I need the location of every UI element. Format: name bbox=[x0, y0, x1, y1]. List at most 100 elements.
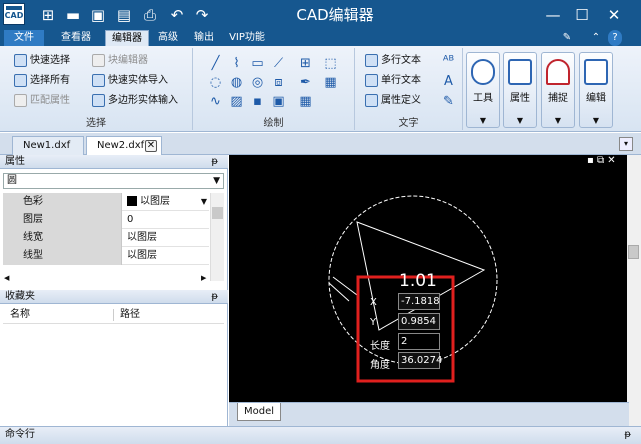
chevron-down-icon: ▼ bbox=[516, 116, 524, 125]
prop-row-lineweight[interactable]: 线宽 以图层 bbox=[3, 229, 209, 247]
app-logo: CAD bbox=[3, 3, 25, 25]
chevron-down-icon: ▼ bbox=[554, 116, 562, 125]
tab-advanced[interactable]: 高级 bbox=[154, 30, 182, 46]
draw-group: ╱ ⌇ ▭ ⟋ ⊞ ⬚ ◌ ◍ ◎ ⧈ ✒ ▦ ∿ ▨ ▪ ▣ ▦ 绘制 bbox=[193, 48, 355, 130]
tab-model[interactable]: Model bbox=[237, 403, 281, 421]
hatch-icon[interactable]: ⬚ bbox=[323, 56, 338, 71]
open-icon[interactable]: ▬ bbox=[63, 5, 83, 25]
tab-new2[interactable]: New2.dxf ✕ bbox=[86, 136, 162, 155]
select-all-button[interactable]: 选择所有 bbox=[14, 72, 70, 90]
tab-output[interactable]: 输出 bbox=[190, 30, 218, 46]
favorites-table-header: 名称 路径 bbox=[3, 306, 224, 324]
pattern-icon[interactable]: ▨ bbox=[229, 94, 244, 109]
drawing-canvas[interactable]: ▪ ⧉ ✕ 1.01 X -7.1818 Y 0.9854 长度 2 角度 36… bbox=[229, 155, 641, 402]
document-tabs: New1.dxf New2.dxf ✕ ▾ bbox=[0, 133, 641, 155]
save-as-icon[interactable]: ▤ bbox=[114, 5, 134, 25]
prop-row-layer[interactable]: 图层 0 bbox=[3, 211, 209, 229]
tab-list-icon[interactable]: ▾ bbox=[619, 137, 633, 151]
spline-icon[interactable]: ∿ bbox=[208, 94, 223, 109]
tab-new1[interactable]: New1.dxf bbox=[12, 136, 84, 155]
text-edit-icon[interactable]: ✎ bbox=[441, 94, 456, 109]
length-input[interactable]: 2 bbox=[398, 333, 440, 350]
snap-button[interactable]: 捕捉 ▼ bbox=[541, 52, 575, 128]
select-group: 快速选择 选择所有 匹配属性 块编辑器 快速实体导入 多边形实体输入 选择 bbox=[0, 48, 193, 130]
tools-button[interactable]: 工具 ▼ bbox=[466, 52, 500, 128]
prop-row-color[interactable]: 色彩 以图层 ▼ bbox=[3, 193, 209, 211]
pen-icon[interactable]: ✒ bbox=[298, 75, 313, 90]
dimension-label: 1.01 bbox=[399, 271, 437, 291]
print-icon[interactable]: ⎙ bbox=[140, 5, 160, 25]
canvas-scrollbar[interactable] bbox=[627, 155, 641, 426]
brush-icon bbox=[14, 93, 27, 107]
text-color-icon[interactable]: A bbox=[441, 74, 456, 89]
block-editor-button[interactable]: 块编辑器 bbox=[92, 52, 148, 70]
chevron-down-icon[interactable]: ▼ bbox=[201, 193, 207, 211]
scroll-left-icon[interactable]: ◀ bbox=[4, 274, 9, 282]
save-icon[interactable]: ▣ bbox=[88, 5, 108, 25]
stext-button[interactable]: 单行文本 bbox=[365, 72, 421, 90]
field-label: Y bbox=[370, 317, 377, 328]
select-all-icon bbox=[14, 73, 27, 87]
x-input[interactable]: -7.1818 bbox=[398, 293, 440, 310]
image-icon[interactable]: ▣ bbox=[271, 94, 286, 109]
y-input[interactable]: 0.9854 bbox=[398, 313, 440, 330]
attdef-button[interactable]: 属性定义 bbox=[365, 92, 421, 110]
quick-block-import-button[interactable]: 快速实体导入 bbox=[92, 72, 168, 90]
quick-select-button[interactable]: 快速选择 bbox=[14, 52, 70, 70]
table-icon[interactable]: ▦ bbox=[298, 94, 313, 109]
chevron-down-icon: ▼ bbox=[213, 176, 220, 186]
match-props-button[interactable]: 匹配属性 bbox=[14, 92, 70, 110]
tools-icon bbox=[471, 59, 495, 85]
props-button[interactable]: 属性 ▼ bbox=[503, 52, 537, 128]
angle-input[interactable]: 36.0274 bbox=[398, 352, 442, 369]
pin-icon[interactable]: ᵽ bbox=[211, 290, 218, 304]
properties-header: 属性 ᵽ bbox=[0, 155, 228, 169]
tab-viewer[interactable]: 查看器 bbox=[55, 30, 97, 46]
arc-icon[interactable]: ◍ bbox=[229, 75, 244, 90]
help-icon[interactable]: ? bbox=[608, 30, 622, 46]
polyline-tool-icon[interactable]: ⟋ bbox=[271, 56, 286, 71]
fill-icon[interactable]: ▦ bbox=[323, 75, 338, 90]
block-insert-icon[interactable]: ⧈ bbox=[271, 75, 286, 90]
tab-vip[interactable]: VIP功能 bbox=[226, 30, 268, 46]
scroll-right-icon[interactable]: ▶ bbox=[201, 274, 206, 282]
text-a-icon bbox=[365, 73, 378, 87]
properties-scrollbar[interactable] bbox=[210, 193, 224, 281]
prop-row-linetype[interactable]: 线型 以图层 bbox=[3, 247, 209, 265]
object-type-select[interactable]: 圆 ▼ bbox=[3, 173, 224, 189]
line-icon[interactable]: ╱ bbox=[208, 56, 223, 71]
pin-icon[interactable]: ᵽ bbox=[624, 427, 631, 443]
field-label: X bbox=[370, 297, 377, 308]
poly-import-button[interactable]: 多边形实体输入 bbox=[92, 92, 178, 110]
collapse-icon[interactable]: ⌃ bbox=[590, 30, 602, 46]
circle-icon[interactable]: ◌ bbox=[208, 75, 223, 90]
dimension-icon[interactable]: ⊞ bbox=[298, 56, 313, 71]
minimize-icon[interactable]: — bbox=[542, 4, 564, 26]
rectangle-icon[interactable]: ▭ bbox=[250, 56, 265, 71]
new-icon[interactable]: ⊞ bbox=[38, 5, 58, 25]
command-bar: 命令行 ᵽ bbox=[0, 426, 641, 444]
edit-button[interactable]: 编辑 ▼ bbox=[579, 52, 613, 128]
ribbon: 快速选择 选择所有 匹配属性 块编辑器 快速实体导入 多边形实体输入 选择 ╱ … bbox=[0, 46, 641, 132]
undo-icon[interactable]: ↶ bbox=[167, 5, 187, 25]
close-icon[interactable]: ✕ bbox=[603, 4, 625, 26]
point-icon[interactable]: ▪ bbox=[250, 94, 265, 109]
title-bar: CAD ⊞ ▬ ▣ ▤ ⎙ ↶ ↷ CAD编辑器 — ☐ ✕ bbox=[0, 0, 641, 30]
polygon-icon bbox=[92, 93, 105, 107]
tab-editor[interactable]: 编辑器 bbox=[105, 30, 149, 46]
scroll-thumb[interactable] bbox=[212, 207, 223, 219]
brush-icon[interactable]: ✎ bbox=[560, 30, 574, 46]
tab-file[interactable]: 文件 bbox=[4, 30, 44, 46]
close-icon[interactable]: ✕ bbox=[145, 140, 157, 152]
maximize-icon[interactable]: ☐ bbox=[571, 4, 593, 26]
scroll-thumb[interactable] bbox=[628, 245, 639, 259]
window-title: CAD编辑器 bbox=[296, 6, 374, 24]
pin-icon[interactable]: ᵽ bbox=[211, 155, 218, 169]
color-swatch bbox=[127, 196, 137, 206]
field-label: 角度 bbox=[370, 360, 390, 371]
redo-icon[interactable]: ↷ bbox=[192, 5, 212, 25]
mtext-button[interactable]: 多行文本 bbox=[365, 52, 421, 70]
polyline-icon[interactable]: ⌇ bbox=[229, 56, 244, 71]
ellipse-icon[interactable]: ◎ bbox=[250, 75, 265, 90]
text-style-icon[interactable]: ᴬᴮ bbox=[441, 54, 456, 69]
